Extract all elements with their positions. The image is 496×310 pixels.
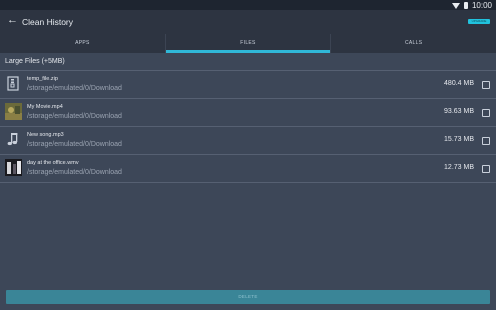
status-bar: 10:00 xyxy=(0,0,496,10)
tab-files[interactable]: FILES xyxy=(164,34,331,53)
select-checkbox[interactable] xyxy=(482,165,490,173)
file-size: 93.63 MB xyxy=(444,108,474,115)
file-name: temp_file.zip xyxy=(27,76,58,82)
back-arrow-icon[interactable]: ← xyxy=(7,14,18,26)
tab-calls[interactable]: CALLS xyxy=(330,34,496,53)
delete-button[interactable]: DELETE xyxy=(6,290,490,304)
file-list: temp_file.zip /storage/emulated/0/Downlo… xyxy=(0,70,496,183)
file-size: 480.4 MB xyxy=(444,80,474,87)
file-size: 15.73 MB xyxy=(444,136,474,143)
section-header: Large Files (+5MB) xyxy=(5,58,65,65)
file-size: 12.73 MB xyxy=(444,164,474,171)
list-item[interactable]: temp_file.zip /storage/emulated/0/Downlo… xyxy=(0,70,496,98)
upgrade-badge[interactable]: UPGRADE xyxy=(468,19,490,24)
list-item[interactable]: New song.mp3 /storage/emulated/0/Downloa… xyxy=(0,126,496,154)
video-thumbnail xyxy=(5,103,22,120)
music-note-icon xyxy=(7,133,18,146)
zip-file-icon xyxy=(7,76,19,91)
page-title: Clean History xyxy=(22,17,74,27)
file-name: New song.mp3 xyxy=(27,132,64,138)
select-checkbox[interactable] xyxy=(482,137,490,145)
app-bar: ← Clean History UPGRADE xyxy=(0,10,496,34)
select-checkbox[interactable] xyxy=(482,81,490,89)
status-time: 10:00 xyxy=(471,0,492,10)
video-thumbnail xyxy=(5,159,22,176)
tab-apps[interactable]: APPS xyxy=(0,34,165,53)
tab-bar: APPS FILES CALLS xyxy=(0,34,496,53)
file-path: /storage/emulated/0/Download xyxy=(27,141,122,148)
status-icons: 10:00 xyxy=(451,0,492,10)
wifi-icon xyxy=(451,2,460,9)
list-item[interactable]: day at the office.wmv /storage/emulated/… xyxy=(0,154,496,183)
file-name: My Movie.mp4 xyxy=(27,104,63,110)
file-path: /storage/emulated/0/Download xyxy=(27,169,122,176)
battery-icon xyxy=(463,1,468,9)
file-path: /storage/emulated/0/Download xyxy=(27,113,122,120)
select-checkbox[interactable] xyxy=(482,109,490,117)
list-item[interactable]: My Movie.mp4 /storage/emulated/0/Downloa… xyxy=(0,98,496,126)
file-name: day at the office.wmv xyxy=(27,160,79,166)
file-path: /storage/emulated/0/Download xyxy=(27,85,122,92)
